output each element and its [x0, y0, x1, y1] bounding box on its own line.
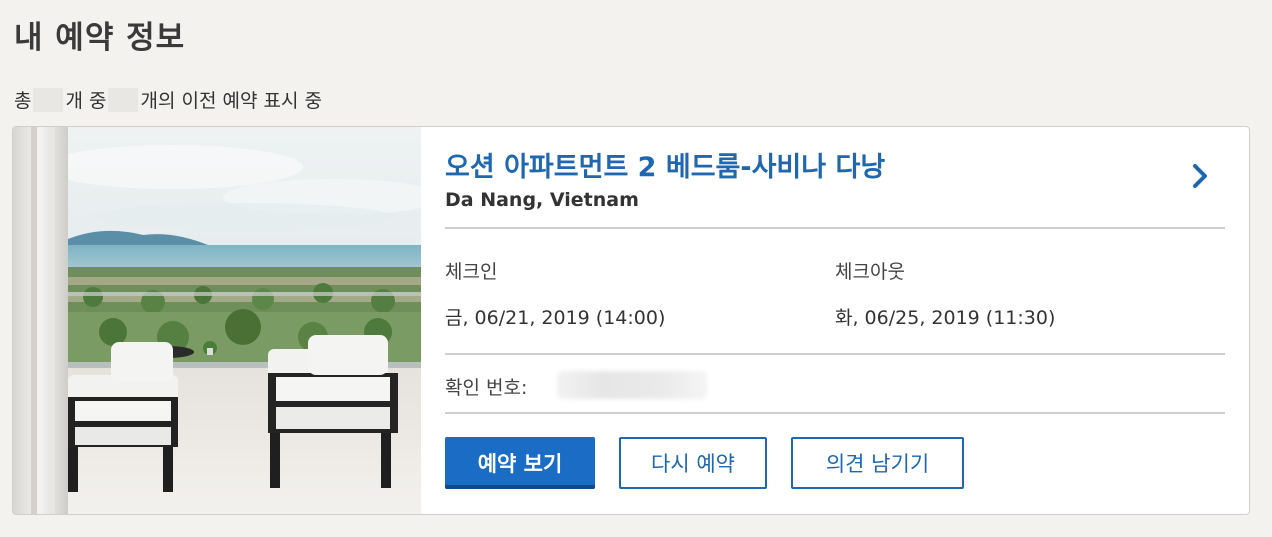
summary-suffix: 개의 이전 예약 표시 중 — [140, 90, 322, 112]
redacted-total-count — [33, 87, 64, 112]
divider — [445, 227, 1225, 229]
divider — [445, 412, 1225, 414]
checkin-date: 금, 06/21, 2019 (14:00) — [445, 307, 666, 329]
redacted-shown-count — [108, 87, 139, 112]
confirmation-number-label: 확인 번호: — [445, 377, 528, 399]
divider — [445, 353, 1225, 355]
booking-details: 오션 아파트먼트 2 베드룸-사비나 다낭 Da Nang, Vietnam 체… — [445, 127, 1225, 514]
checkout-date: 화, 06/25, 2019 (11:30) — [835, 307, 1056, 329]
summary-count-unit: 개 중 — [65, 90, 107, 112]
summary-prefix: 총 — [14, 90, 32, 112]
page-title: 내 예약 정보 — [14, 20, 186, 56]
chevron-right-icon[interactable] — [1189, 161, 1211, 191]
booking-count-summary: 총 개 중 개의 이전 예약 표시 중 — [14, 86, 322, 113]
redacted-confirmation-number — [557, 371, 707, 399]
view-booking-button[interactable]: 예약 보기 — [445, 437, 595, 489]
property-location: Da Nang, Vietnam — [445, 189, 639, 211]
property-photo — [13, 127, 421, 514]
checkin-label: 체크인 — [445, 261, 498, 283]
leave-review-button[interactable]: 의견 남기기 — [791, 437, 964, 489]
checkout-label: 체크아웃 — [835, 261, 905, 283]
property-name-link[interactable]: 오션 아파트먼트 2 베드룸-사비나 다낭 — [445, 145, 885, 184]
booking-card: 오션 아파트먼트 2 베드룸-사비나 다낭 Da Nang, Vietnam 체… — [12, 126, 1250, 515]
rebook-button[interactable]: 다시 예약 — [619, 437, 767, 489]
